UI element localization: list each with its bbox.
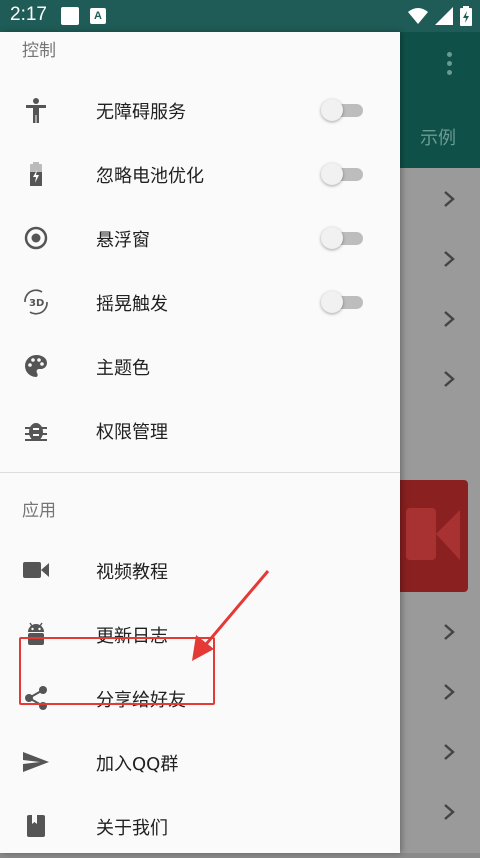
drawer-item-label: 权限管理 bbox=[96, 422, 168, 443]
drawer-item-label: 无障碍服务 bbox=[96, 102, 186, 123]
signal-icon bbox=[435, 7, 453, 25]
drawer-item-label: 忽略电池优化 bbox=[96, 166, 204, 187]
chevron-right-icon bbox=[444, 684, 455, 700]
bug-icon bbox=[25, 423, 47, 441]
section-title-app: 应用 bbox=[22, 501, 56, 521]
drawer-item-label: 视频教程 bbox=[96, 562, 168, 583]
battery-status-icon bbox=[460, 6, 472, 26]
drawer-item-theme-color[interactable]: 主题色 bbox=[0, 334, 400, 398]
status-time: 2:17 bbox=[10, 4, 47, 25]
accessibility-toggle[interactable] bbox=[321, 99, 363, 121]
overflow-menu-icon[interactable] bbox=[447, 52, 453, 79]
accessibility-icon bbox=[26, 98, 46, 123]
navigation-drawer: 控制 无障碍服务 忽略电池优化 悬浮窗 3D 摇晃触发 主题色 权限管理 应用 … bbox=[0, 32, 400, 853]
chevron-right-icon bbox=[444, 191, 455, 207]
chevron-right-icon bbox=[444, 624, 455, 640]
battery-optimization-toggle[interactable] bbox=[321, 163, 363, 185]
palette-icon bbox=[25, 355, 48, 377]
wifi-icon bbox=[408, 8, 428, 24]
drawer-item-shake-trigger[interactable]: 3D 摇晃触发 bbox=[0, 270, 400, 334]
chevron-right-icon bbox=[444, 251, 455, 267]
drawer-item-battery-optimization[interactable]: 忽略电池优化 bbox=[0, 142, 400, 206]
annotation-arrow-icon bbox=[192, 570, 270, 661]
radio-target-icon bbox=[24, 226, 48, 250]
video-camera-icon bbox=[23, 562, 49, 578]
chevron-right-icon bbox=[444, 744, 455, 760]
drawer-item-accessibility[interactable]: 无障碍服务 bbox=[0, 78, 400, 142]
drawer-item-label: 主题色 bbox=[96, 358, 150, 379]
shake-trigger-toggle[interactable] bbox=[321, 291, 363, 313]
battery-icon bbox=[30, 162, 42, 186]
send-icon bbox=[23, 752, 49, 772]
svg-text:3D: 3D bbox=[29, 298, 44, 309]
drawer-item-label: 摇晃触发 bbox=[96, 294, 168, 315]
drawer-item-about-us[interactable]: 关于我们 bbox=[0, 794, 400, 858]
3d-rotation-icon: 3D bbox=[24, 289, 48, 315]
chevron-right-icon bbox=[444, 804, 455, 820]
section-divider bbox=[0, 472, 400, 473]
drawer-item-join-qq-group[interactable]: 加入QQ群 bbox=[0, 730, 400, 794]
drawer-item-permission-management[interactable]: 权限管理 bbox=[0, 398, 400, 462]
notification-square-icon bbox=[61, 7, 79, 25]
drawer-item-floating-window[interactable]: 悬浮窗 bbox=[0, 206, 400, 270]
background-example-label: 示例 bbox=[420, 128, 456, 149]
chevron-right-icon bbox=[444, 311, 455, 327]
chevron-right-icon bbox=[444, 371, 455, 387]
floating-window-toggle[interactable] bbox=[321, 227, 363, 249]
background-video-thumbnail bbox=[400, 480, 468, 592]
drawer-item-label: 悬浮窗 bbox=[96, 230, 150, 251]
notification-a-icon: A bbox=[90, 8, 106, 24]
drawer-item-label: 加入QQ群 bbox=[96, 754, 179, 775]
status-bar: 2:17 A bbox=[0, 0, 480, 32]
section-title-control: 控制 bbox=[22, 41, 56, 61]
book-icon bbox=[27, 815, 45, 837]
drawer-item-label: 关于我们 bbox=[96, 818, 168, 839]
